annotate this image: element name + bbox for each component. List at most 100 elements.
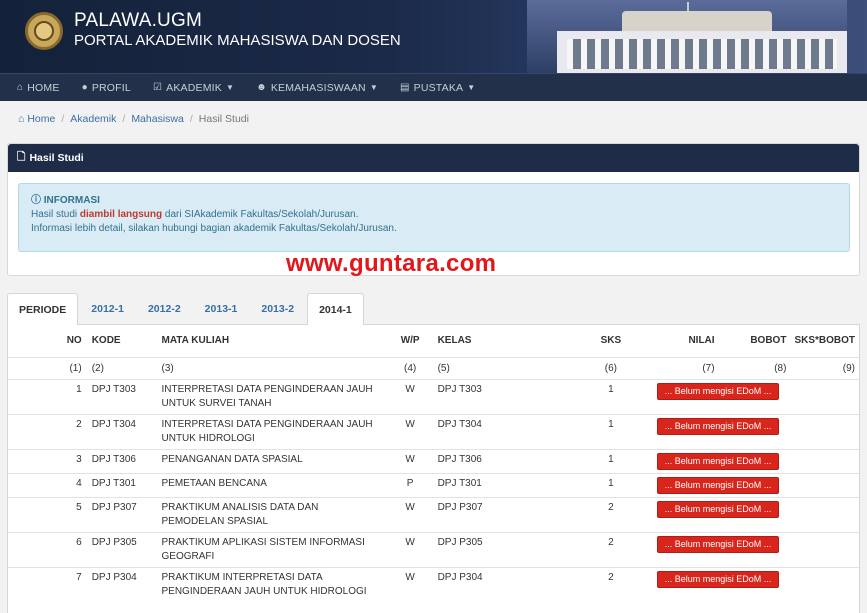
row-mata-kuliah: PENANGANAN DATA SPASIAL bbox=[157, 448, 387, 473]
col-header-bobot: BOBOT bbox=[750, 335, 787, 347]
edom-status-button[interactable]: ... Belum mengisi EDoM ... bbox=[656, 382, 780, 400]
row-status-cell: ... Belum mengisi EDoM ... bbox=[648, 378, 859, 414]
nav-pustaka[interactable]: ▤ PUSTAKA ▼ bbox=[400, 82, 475, 94]
edom-status-button[interactable]: ... Belum mengisi EDoM ... bbox=[656, 570, 780, 588]
row-wp: W bbox=[386, 378, 434, 414]
nav-akademik[interactable]: ☑ AKADEMIK ▼ bbox=[153, 82, 234, 94]
col-number: (1) bbox=[8, 356, 88, 379]
users-icon: ☻ bbox=[256, 82, 267, 93]
campus-building-image bbox=[527, 0, 847, 73]
row-wp: W bbox=[386, 566, 434, 602]
panel-title: Hasil Studi bbox=[29, 152, 84, 164]
row-status-cell: ... Belum mengisi EDoM ... bbox=[648, 448, 859, 473]
row-no: 6 bbox=[8, 531, 88, 567]
edom-status-button[interactable]: ... Belum mengisi EDoM ... bbox=[656, 417, 780, 435]
site-header: PALAWA.UGM PORTAL AKADEMIK MAHASISWA DAN… bbox=[0, 0, 867, 73]
nav-profil-label: PROFIL bbox=[91, 81, 131, 94]
row-sks: 2 bbox=[573, 496, 649, 532]
nav-kemahasiswaan[interactable]: ☻ KEMAHASISWAAN ▼ bbox=[256, 82, 378, 94]
edom-status-button[interactable]: ... Belum mengisi EDoM ... bbox=[656, 452, 780, 470]
row-kode: DPJ T301 bbox=[87, 472, 158, 497]
alert-title: ⓘ INFORMASI bbox=[31, 195, 100, 206]
row-no: 1 bbox=[8, 378, 88, 414]
site-subtitle: PORTAL AKADEMIK MAHASISWA DAN DOSEN bbox=[74, 32, 401, 49]
breadcrumb: ⌂ Home / Akademik / Mahasiswa / Hasil Stu… bbox=[0, 101, 867, 137]
breadcrumb-separator: / bbox=[61, 113, 65, 125]
col-header-nilai: NILAI bbox=[688, 335, 715, 347]
row-kelas: DPJ P305 bbox=[433, 531, 574, 567]
col-header-mata-kuliah: MATA KULIAH bbox=[161, 335, 230, 347]
row-status-cell: ... Belum mengisi EDoM ... bbox=[648, 566, 859, 602]
row-no: 3 bbox=[8, 448, 88, 473]
edom-status-button[interactable]: ... Belum mengisi EDoM ... bbox=[656, 535, 780, 553]
row-sks: 2 bbox=[573, 531, 649, 567]
row-mata-kuliah: INTERPRETASI DATA PENGINDERAAN JAUH UNTU… bbox=[157, 413, 387, 449]
row-wp: W bbox=[386, 531, 434, 567]
table-row: 6 DPJ P305 PRAKTIKUM APLIKASI SISTEM INFOR… bbox=[8, 531, 859, 567]
nav-home[interactable]: ⌂ HOME bbox=[17, 82, 60, 94]
row-kelas: DPJ T301 bbox=[433, 472, 574, 497]
edom-status-button[interactable]: ... Belum mengisi EDoM ... bbox=[656, 476, 780, 494]
col-number: (3) bbox=[157, 356, 387, 379]
col-header-kode: KODE bbox=[91, 335, 121, 347]
nav-kemahasiswaan-label: KEMAHASISWAAN bbox=[270, 81, 366, 94]
row-kelas: DPJ P304 bbox=[433, 566, 574, 602]
ugm-logo[interactable] bbox=[25, 12, 63, 50]
table-row: 2 DPJ T304 INTERPRETASI DATA PENGINDERAAN … bbox=[8, 413, 859, 449]
edom-status-button[interactable]: ... Belum mengisi EDoM ... bbox=[656, 500, 780, 518]
document-icon: 🗋 bbox=[17, 151, 26, 163]
tab-2012-2[interactable]: 2012-2 bbox=[137, 293, 192, 325]
row-no: 7 bbox=[8, 566, 88, 602]
table-header-row: NO KODE MATA KULIAH W/P KELAS SKS NILAI … bbox=[8, 325, 859, 357]
chevron-down-icon: ▼ bbox=[225, 83, 235, 92]
row-mata-kuliah: INTERPRETASI DATA PENGINDERAAN JAUH UNTU… bbox=[157, 378, 387, 414]
row-wp: W bbox=[386, 496, 434, 532]
nav-akademik-label: AKADEMIK bbox=[166, 81, 222, 94]
tab-2013-1[interactable]: 2013-1 bbox=[194, 293, 249, 325]
col-number: (2) bbox=[87, 356, 158, 379]
tab-periode[interactable]: PERIODE bbox=[7, 293, 79, 326]
table-row: 3 DPJ T306 PENANGANAN DATA SPASIAL W DPJ T30… bbox=[8, 448, 859, 473]
breadcrumb-home[interactable]: ⌂ Home bbox=[18, 113, 55, 125]
nav-pustaka-label: PUSTAKA bbox=[413, 81, 464, 94]
row-mata-kuliah: PRAKTIKUM APLIKASI SISTEM INFORMASI GEOG… bbox=[157, 531, 387, 567]
row-kelas: DPJ T304 bbox=[433, 413, 574, 449]
book-icon: ▤ bbox=[399, 82, 410, 93]
row-kode: DPJ T304 bbox=[87, 413, 158, 449]
edit-icon: ☑ bbox=[152, 82, 163, 93]
row-status-cell: ... Belum mengisi EDoM ... bbox=[648, 531, 859, 567]
col-number: (7) bbox=[648, 356, 719, 379]
row-sks: 1 bbox=[573, 413, 649, 449]
col-number: (6) bbox=[573, 356, 649, 379]
chevron-down-icon: ▼ bbox=[467, 83, 476, 92]
row-mata-kuliah: PRAKTIKUM ANALISIS DATA DAN PEMODELAN SP… bbox=[157, 496, 387, 532]
breadcrumb-mahasiswa[interactable]: Mahasiswa bbox=[131, 113, 184, 125]
home-icon: ⌂ bbox=[17, 82, 24, 93]
breadcrumb-separator: / bbox=[122, 113, 126, 125]
row-kode: DPJ P304 bbox=[87, 566, 158, 602]
info-alert: ⓘ INFORMASI Hasil studi diambil langsung… bbox=[18, 183, 850, 252]
breadcrumb-akademik[interactable]: Akademik bbox=[70, 113, 116, 125]
hasil-studi-table-wrap: NO KODE MATA KULIAH W/P KELAS SKS NILAI … bbox=[7, 325, 860, 613]
column-number-row: (1) (2) (3) (4) (5) (6) (7) (8) (9) bbox=[8, 356, 859, 379]
breadcrumb-current: Hasil Studi bbox=[198, 113, 249, 125]
nav-profil[interactable]: ● PROFIL bbox=[82, 82, 131, 94]
table-row: 5 DPJ P307 PRAKTIKUM ANALISIS DATA DAN PEM… bbox=[8, 496, 859, 532]
alert-line-2: Informasi lebih detail, silakan hubungi … bbox=[31, 223, 397, 234]
site-title[interactable]: PALAWA.UGM bbox=[74, 10, 202, 32]
table-row: 4 DPJ T301 PEMETAAN BENCANA P DPJ T301 1... B… bbox=[8, 472, 859, 497]
col-header-sks-bobot: SKS*BOBOT bbox=[794, 335, 855, 347]
chevron-down-icon: ▼ bbox=[369, 83, 378, 92]
row-status-cell: ... Belum mengisi EDoM ... bbox=[648, 496, 859, 532]
breadcrumb-separator: / bbox=[189, 113, 193, 125]
row-sks: 1 bbox=[573, 448, 649, 473]
tab-2014-1[interactable]: 2014-1 bbox=[307, 293, 364, 326]
row-sks: 1 bbox=[573, 378, 649, 414]
tab-2012-1[interactable]: 2012-1 bbox=[80, 293, 135, 325]
row-no: 2 bbox=[8, 413, 88, 449]
tab-2013-2[interactable]: 2013-2 bbox=[250, 293, 305, 325]
row-kelas: DPJ P307 bbox=[433, 496, 574, 532]
alert-line-1: Hasil studi diambil langsung dari SIAkad… bbox=[31, 209, 359, 220]
row-kode: DPJ P307 bbox=[87, 496, 158, 532]
row-kelas: DPJ T303 bbox=[433, 378, 574, 414]
